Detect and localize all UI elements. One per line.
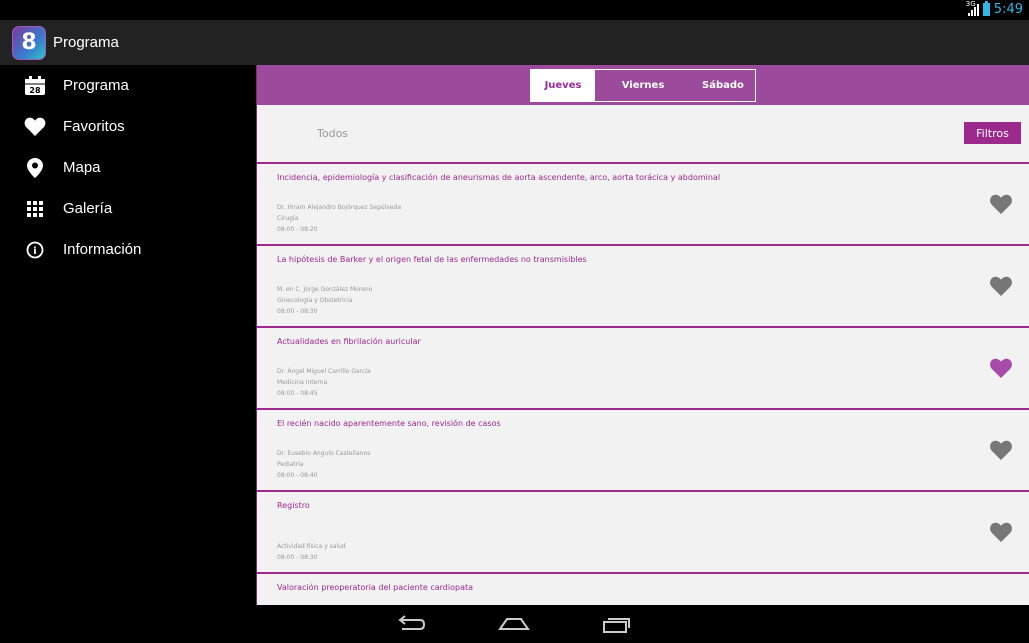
session-title: Actualidades en fibrilación auricular [277, 337, 421, 346]
sidebar-item-programa[interactable]: 28 Programa [0, 65, 256, 106]
session-time: 08:00 - 08:40 [277, 472, 318, 479]
map-pin-icon [24, 157, 46, 178]
favorite-heart-icon[interactable] [989, 522, 1013, 542]
favorite-heart-icon[interactable] [989, 194, 1013, 214]
info-icon: i [24, 241, 46, 259]
navigation-drawer: 28 Programa Favoritos Mapa Galería i Inf… [0, 65, 256, 605]
action-bar: 8 Programa [0, 20, 1029, 65]
favorite-heart-icon[interactable] [989, 440, 1013, 460]
session-title: Valoración preoperatoria del paciente ca… [277, 583, 474, 592]
system-navigation-bar [0, 605, 1029, 643]
session-item[interactable]: La hipótesis de Barker y el origen fetal… [257, 244, 1029, 326]
home-icon[interactable] [498, 613, 530, 639]
app-logo-icon[interactable]: 8 [12, 25, 46, 60]
sidebar-item-label: Galería [63, 200, 113, 217]
network-type: 3G [965, 0, 976, 8]
filter-button[interactable]: Filtros [964, 122, 1021, 144]
status-time: 5:49 [993, 2, 1023, 17]
status-bar: 3G 5:49 [0, 0, 1029, 20]
session-speaker: M. en C. Jorge González Moreno [277, 286, 373, 293]
session-speaker: Dr. Ángel Miguel Carrillo García [277, 368, 371, 375]
session-time: 08:00 - 08:30 [277, 554, 318, 561]
app-title: Programa [53, 34, 119, 51]
sidebar-item-mapa[interactable]: Mapa [0, 147, 256, 188]
filter-row: Todos Filtros [257, 105, 1029, 162]
session-specialty: Pediatría [277, 461, 304, 468]
tab-viernes[interactable]: Viernes [595, 70, 691, 101]
session-specialty: Actividad física y salud [277, 543, 346, 550]
session-specialty: Ginecología y Obstetricia [277, 297, 353, 304]
session-title: La hipótesis de Barker y el origen fetal… [277, 255, 587, 264]
session-speaker: Dr. Hiram Alejandro Bojórquez Sepúlveda [277, 204, 402, 211]
sidebar-item-label: Mapa [63, 159, 101, 176]
sidebar-item-label: Favoritos [63, 118, 125, 135]
screen: 3G 5:49 8 Programa 28 Programa Favoritos… [0, 0, 1029, 643]
session-item[interactable]: Actualidades en fibrilación auricular Dr.… [257, 326, 1029, 408]
filter-current: Todos [317, 127, 349, 140]
sidebar-item-galeria[interactable]: Galería [0, 188, 256, 229]
sidebar-item-label: Información [63, 241, 142, 258]
back-icon[interactable] [396, 613, 426, 639]
grid-icon [24, 200, 46, 217]
session-item[interactable]: El recién nacido aparentemente sano, rev… [257, 408, 1029, 490]
calendar-day: 28 [29, 86, 41, 95]
session-title: Incidencia, epidemiología y clasificació… [277, 173, 721, 182]
session-item[interactable]: Registro Actividad física y salud 08:00 - … [257, 490, 1029, 572]
session-speaker: Dr. Eusebio Angulo Castellanos [277, 450, 371, 457]
session-title: El recién nacido aparentemente sano, rev… [277, 419, 501, 428]
day-tabs: Jueves Viernes Sábado [530, 68, 756, 102]
session-time: 08:00 - 08:45 [277, 390, 318, 397]
info-glyph: i [33, 246, 36, 257]
favorite-heart-icon[interactable] [989, 276, 1013, 296]
battery-icon [982, 1, 990, 16]
day-tab-bar: Jueves Viernes Sábado [257, 65, 1029, 105]
session-time: 08:00 - 08:20 [277, 226, 318, 233]
session-time: 08:00 - 08:30 [277, 308, 318, 315]
sidebar-item-informacion[interactable]: i Información [0, 229, 256, 270]
session-item[interactable]: Valoración preoperatoria del paciente ca… [257, 572, 1029, 605]
heart-icon [24, 117, 46, 136]
sidebar-item-label: Programa [63, 77, 129, 94]
program-content: Jueves Viernes Sábado Todos Filtros Inci… [256, 65, 1029, 605]
signal-icon: 3G [966, 0, 979, 16]
session-list[interactable]: Incidencia, epidemiología y clasificació… [257, 162, 1029, 605]
calendar-icon: 28 [24, 75, 46, 96]
tab-sabado[interactable]: Sábado [691, 70, 755, 101]
favorite-heart-icon[interactable] [989, 358, 1013, 378]
session-title: Registro [277, 501, 310, 510]
session-specialty: Medicina Interna [277, 379, 328, 386]
recent-apps-icon[interactable] [602, 613, 632, 639]
sidebar-item-favoritos[interactable]: Favoritos [0, 106, 256, 147]
session-item[interactable]: Incidencia, epidemiología y clasificació… [257, 162, 1029, 244]
session-specialty: Cirugía [277, 215, 299, 222]
tab-jueves[interactable]: Jueves [531, 69, 595, 101]
status-icons: 3G 5:49 [966, 0, 1023, 17]
